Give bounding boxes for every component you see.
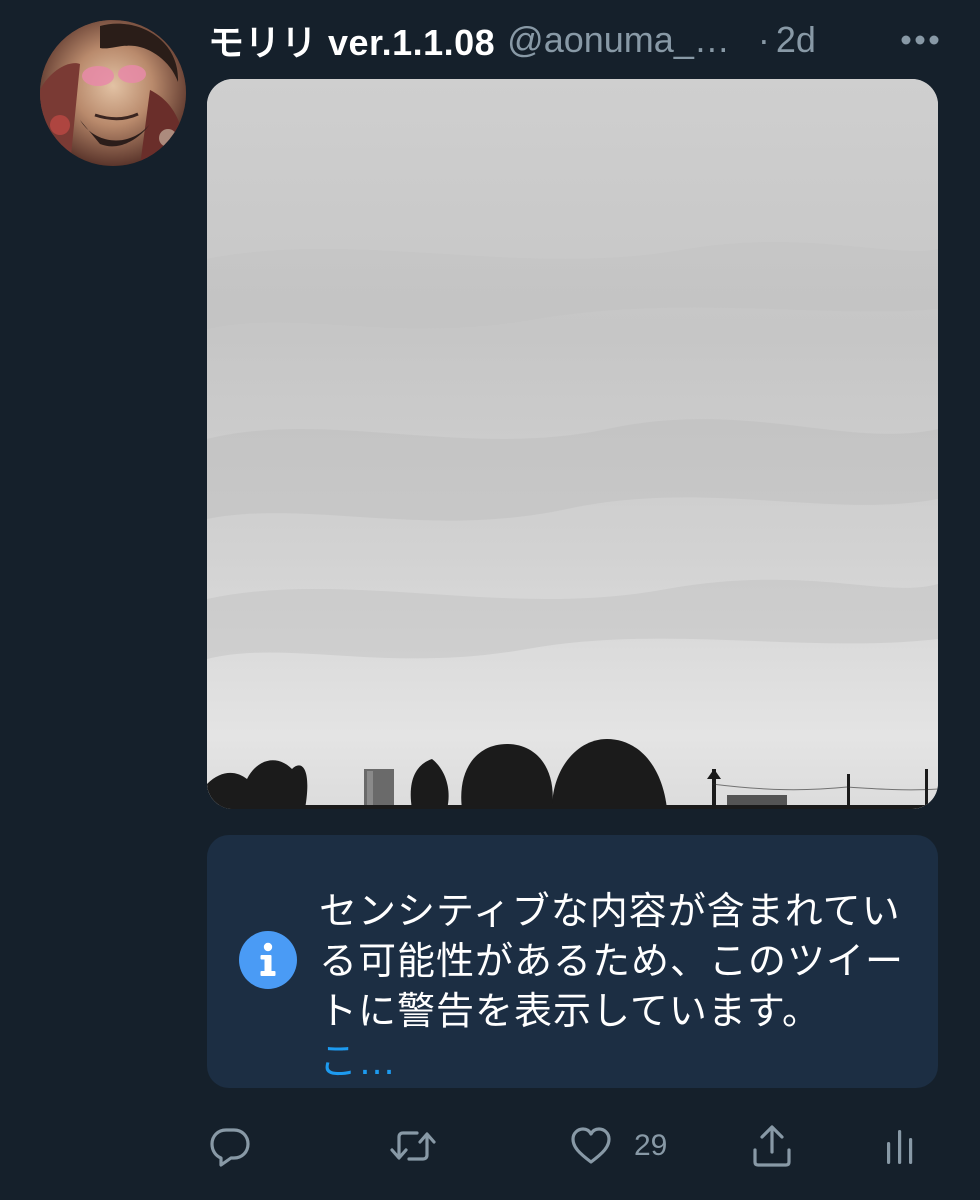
more-button[interactable]: [900, 20, 940, 60]
display-name[interactable]: モリリ ver.1.1.08: [208, 14, 495, 66]
warning-message: センシティブな内容が含まれている可能性があるため、このツイートに警告を表示してい…: [319, 887, 909, 1087]
analytics-icon: [887, 1130, 913, 1164]
heart-icon: [571, 1127, 611, 1164]
analytics-button[interactable]: [885, 1118, 915, 1174]
tweet-header: モリリ ver.1.1.08 @aonuma_… · 2d: [208, 14, 940, 66]
like-count: 29: [634, 1129, 668, 1162]
tweet-actions: 29: [207, 1118, 938, 1174]
separator: ·: [757, 19, 770, 60]
share-icon: [753, 1125, 791, 1167]
tweet-photo[interactable]: [207, 79, 938, 809]
sensitive-content-warning: センシティブな内容が含まれている可能性があるため、このツイートに警告を表示してい…: [207, 835, 938, 1088]
timestamp[interactable]: 2d: [776, 19, 816, 61]
share-button[interactable]: [751, 1118, 793, 1174]
retweet-icon: [390, 1131, 436, 1161]
avatar-image: [40, 20, 186, 166]
sky-photo: [207, 79, 938, 809]
info-icon: [238, 930, 298, 990]
user-handle[interactable]: @aonuma_…: [507, 19, 730, 61]
warning-text: センシティブな内容が含まれている可能性があるため、このツイートに警告を表示してい…: [319, 891, 905, 1033]
reply-button[interactable]: [209, 1118, 251, 1174]
tweet[interactable]: モリリ ver.1.1.08 @aonuma_… · 2d センシティブな内容が…: [0, 0, 980, 1200]
retweet-button[interactable]: [389, 1118, 437, 1174]
like-button[interactable]: 29: [570, 1118, 667, 1174]
avatar[interactable]: [40, 20, 186, 166]
warning-learn-more-link[interactable]: こ…: [319, 1041, 397, 1083]
reply-icon: [210, 1128, 250, 1167]
more-horizontal-icon: [901, 35, 939, 45]
